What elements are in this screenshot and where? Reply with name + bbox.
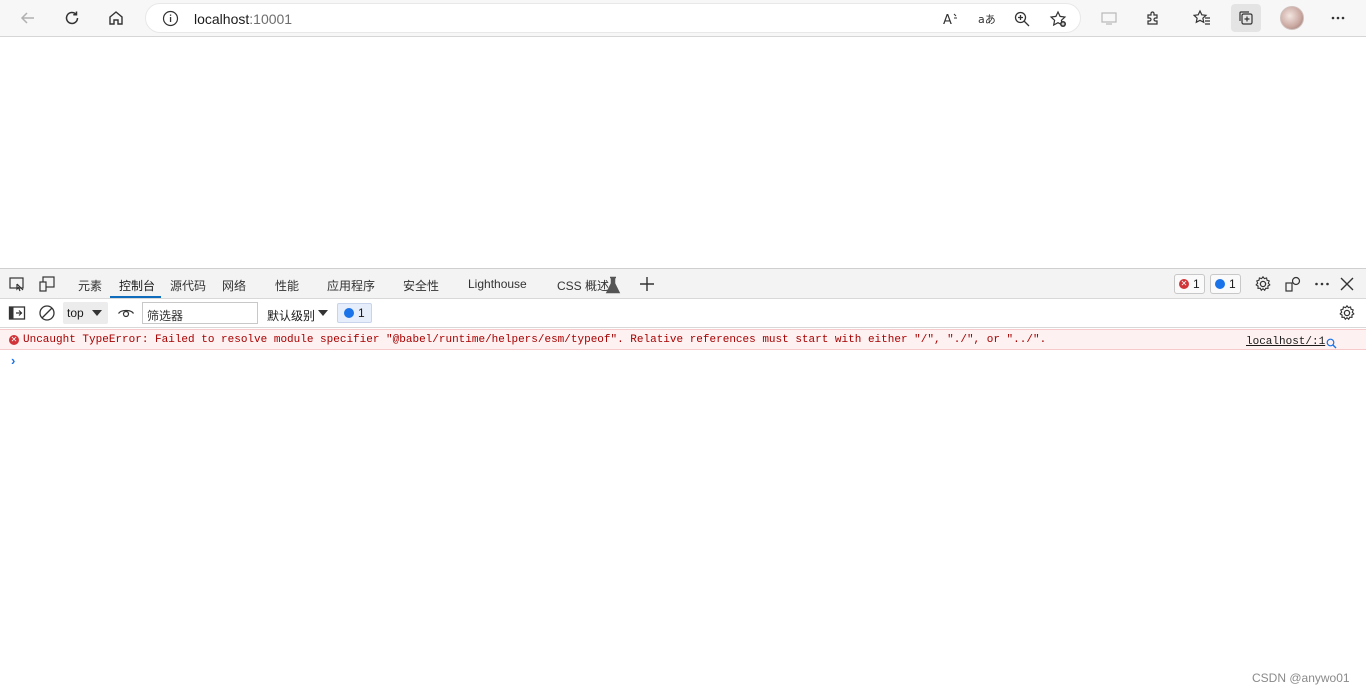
devtools-tabbar: 元素 控制台 源代码 网络 性能 应用程序 安全性 Lighthouse CSS… <box>0 268 1366 299</box>
url-host: localhost <box>194 11 250 27</box>
tab-network[interactable]: 网络 <box>222 277 246 294</box>
address-bar[interactable]: localhost:10001 A aあ <box>145 3 1081 33</box>
home-icon <box>109 11 123 25</box>
add-favorite-icon[interactable] <box>1049 10 1067 28</box>
more-horizontal-icon <box>1331 16 1345 20</box>
tab-lighthouse[interactable]: Lighthouse <box>468 277 527 291</box>
message-count: 1 <box>1229 277 1236 291</box>
tab-elements[interactable]: 元素 <box>78 277 102 294</box>
context-value: top <box>67 306 84 320</box>
toggle-sidebar-icon[interactable] <box>8 304 26 322</box>
customize-devtools-icon[interactable] <box>1284 275 1302 293</box>
devtools-settings-gear-icon[interactable] <box>1254 275 1272 293</box>
error-circle-icon: ✕ <box>9 335 19 345</box>
refresh-button[interactable] <box>57 4 87 32</box>
filter-input[interactable]: 筛选器 <box>142 302 258 324</box>
puzzle-icon <box>1147 11 1158 25</box>
console-settings-gear-icon[interactable] <box>1338 304 1356 322</box>
clear-console-icon[interactable] <box>38 304 56 322</box>
error-count-badge[interactable]: ✕ 1 <box>1174 274 1205 294</box>
tab-performance[interactable]: 性能 <box>275 277 299 294</box>
add-tab-plus-icon[interactable] <box>638 275 656 293</box>
tab-console[interactable]: 控制台 <box>119 277 155 294</box>
page-viewport <box>0 38 1366 268</box>
site-info-icon[interactable] <box>162 10 179 27</box>
collections-button[interactable] <box>1231 4 1261 32</box>
tab-application[interactable]: 应用程序 <box>327 277 375 294</box>
read-aloud-icon[interactable]: A <box>942 10 960 28</box>
svg-text:A: A <box>943 13 952 28</box>
tab-sources[interactable]: 源代码 <box>170 277 206 294</box>
error-text: Uncaught TypeError: Failed to resolve mo… <box>23 334 1047 346</box>
home-button[interactable] <box>101 4 131 32</box>
back-arrow-icon <box>20 12 34 24</box>
log-levels-dropdown[interactable]: 默认级别 <box>267 307 315 324</box>
extensions-button[interactable] <box>1138 4 1168 32</box>
context-selector[interactable]: top <box>63 302 108 324</box>
url-port: :10001 <box>249 11 293 27</box>
profile-avatar[interactable] <box>1280 6 1304 30</box>
favorites-icon <box>1193 9 1210 25</box>
device-emulation-icon[interactable] <box>38 275 56 293</box>
watermark-text: CSDN @anywo01 <box>1252 671 1350 685</box>
issues-count: 1 <box>358 306 365 320</box>
screen-cast-button[interactable] <box>1094 4 1124 32</box>
console-error-message: ✕ Uncaught TypeError: Failed to resolve … <box>0 329 1366 350</box>
search-issue-icon[interactable] <box>1326 336 1337 349</box>
experiment-flask-icon <box>604 276 621 294</box>
zoom-icon[interactable] <box>1013 10 1031 28</box>
message-count-badge[interactable]: 1 <box>1210 274 1241 294</box>
devtools-more-icon[interactable] <box>1313 275 1331 293</box>
settings-and-more-button[interactable] <box>1323 4 1353 32</box>
svg-text:aあ: aあ <box>978 13 996 26</box>
close-devtools-icon[interactable] <box>1338 275 1356 293</box>
refresh-icon <box>65 11 79 25</box>
console-prompt-chevron-icon[interactable]: › <box>11 353 15 368</box>
error-icon: ✕ <box>1179 279 1189 289</box>
console-toolbar: top 筛选器 默认级别 1 <box>0 299 1366 328</box>
back-button[interactable] <box>13 4 43 32</box>
tab-css-overview[interactable]: CSS 概述 <box>557 277 609 294</box>
url-text: localhost:10001 <box>194 11 292 27</box>
issues-badge[interactable]: 1 <box>337 303 372 323</box>
inspect-element-icon[interactable] <box>8 275 26 293</box>
issues-message-icon <box>344 308 354 318</box>
monitor-icon <box>1101 12 1117 25</box>
active-tab-indicator <box>110 296 161 298</box>
tab-security[interactable]: 安全性 <box>403 277 439 294</box>
browser-toolbar: localhost:10001 A aあ <box>0 0 1366 37</box>
collections-icon <box>1239 11 1253 25</box>
message-icon <box>1215 279 1225 289</box>
translate-icon[interactable]: aあ <box>978 10 996 28</box>
context-dropdown-arrow-icon <box>92 310 102 316</box>
error-count: 1 <box>1193 277 1200 291</box>
favorites-button[interactable] <box>1187 4 1217 32</box>
error-source-link[interactable]: localhost/:1 <box>1246 336 1325 348</box>
live-expression-eye-icon[interactable] <box>117 304 135 322</box>
levels-dropdown-arrow-icon <box>318 310 328 316</box>
